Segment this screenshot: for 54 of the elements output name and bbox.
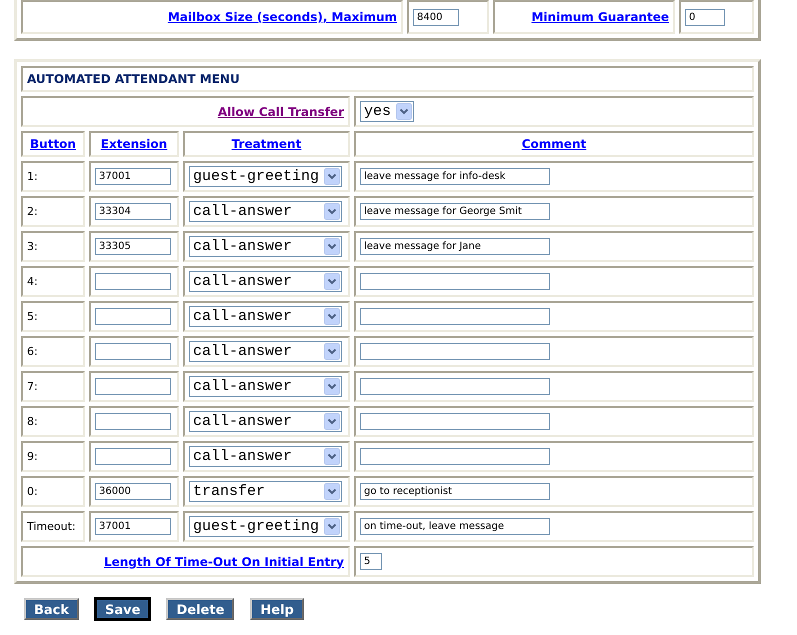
comment-field[interactable] (360, 448, 550, 465)
column-header-link[interactable]: Comment (522, 137, 586, 151)
button-label: 5: (27, 310, 38, 323)
button-label: 6: (27, 345, 38, 358)
button-label: Timeout: (27, 520, 76, 533)
action-button[interactable]: Save (95, 598, 150, 620)
extension-field[interactable] (95, 413, 171, 430)
treatment-select[interactable]: transfer (189, 481, 342, 502)
extension-field[interactable]: 36000 (95, 483, 171, 500)
treatment-select[interactable]: call-answer (189, 446, 342, 467)
comment-field[interactable]: leave message for George Smit (360, 203, 550, 220)
input-field[interactable]: 8400 (413, 8, 459, 26)
extension-field[interactable] (95, 448, 171, 465)
comment-field[interactable] (360, 273, 550, 290)
extension-field[interactable] (95, 378, 171, 395)
button-label: 9: (27, 450, 38, 463)
treatment-select[interactable]: call-answer (189, 236, 342, 257)
button-label: 0: (27, 485, 38, 498)
button-label: 4: (27, 275, 38, 288)
action-button[interactable]: Back (24, 598, 80, 620)
button-label: 7: (27, 380, 38, 393)
treatment-select[interactable]: call-answer (189, 411, 342, 432)
treatment-select[interactable]: guest-greeting (189, 516, 342, 537)
comment-field[interactable] (360, 343, 550, 360)
comment-field[interactable] (360, 413, 550, 430)
button-label: 3: (27, 240, 38, 253)
extension-field[interactable] (95, 343, 171, 360)
input-field[interactable]: 0 (685, 8, 725, 26)
button-label: 1: (27, 170, 38, 183)
extension-field[interactable] (95, 308, 171, 325)
extension-field[interactable]: 33304 (95, 203, 171, 220)
comment-field[interactable] (360, 308, 550, 325)
input-field[interactable]: 5 (360, 553, 382, 570)
extension-field[interactable]: 37001 (95, 518, 171, 535)
allow-call-transfer-link[interactable]: Allow Call Transfer (218, 104, 344, 118)
treatment-select[interactable]: call-answer (189, 201, 342, 222)
extension-field[interactable] (95, 273, 171, 290)
treatment-select[interactable]: call-answer (189, 341, 342, 362)
action-button[interactable]: Delete (166, 598, 234, 620)
comment-field[interactable]: leave message for Jane (360, 238, 550, 255)
comment-field[interactable]: on time-out, leave message (360, 518, 550, 535)
treatment-select[interactable]: call-answer (189, 376, 342, 397)
comment-field[interactable] (360, 378, 550, 395)
treatment-select[interactable]: call-answer (189, 271, 342, 292)
button-label: 2: (27, 205, 38, 218)
extension-field[interactable]: 33305 (95, 238, 171, 255)
comment-field[interactable]: go to receptionist (360, 483, 550, 500)
treatment-select[interactable]: call-answer (189, 306, 342, 327)
action-button[interactable]: Help (250, 598, 304, 620)
treatment-select[interactable]: guest-greeting (189, 166, 342, 187)
section-title: AUTOMATED ATTENDANT MENU (27, 72, 240, 86)
extension-field[interactable]: 37001 (95, 168, 171, 185)
button-label: 8: (27, 415, 38, 428)
comment-field[interactable]: leave message for info-desk (360, 168, 550, 185)
